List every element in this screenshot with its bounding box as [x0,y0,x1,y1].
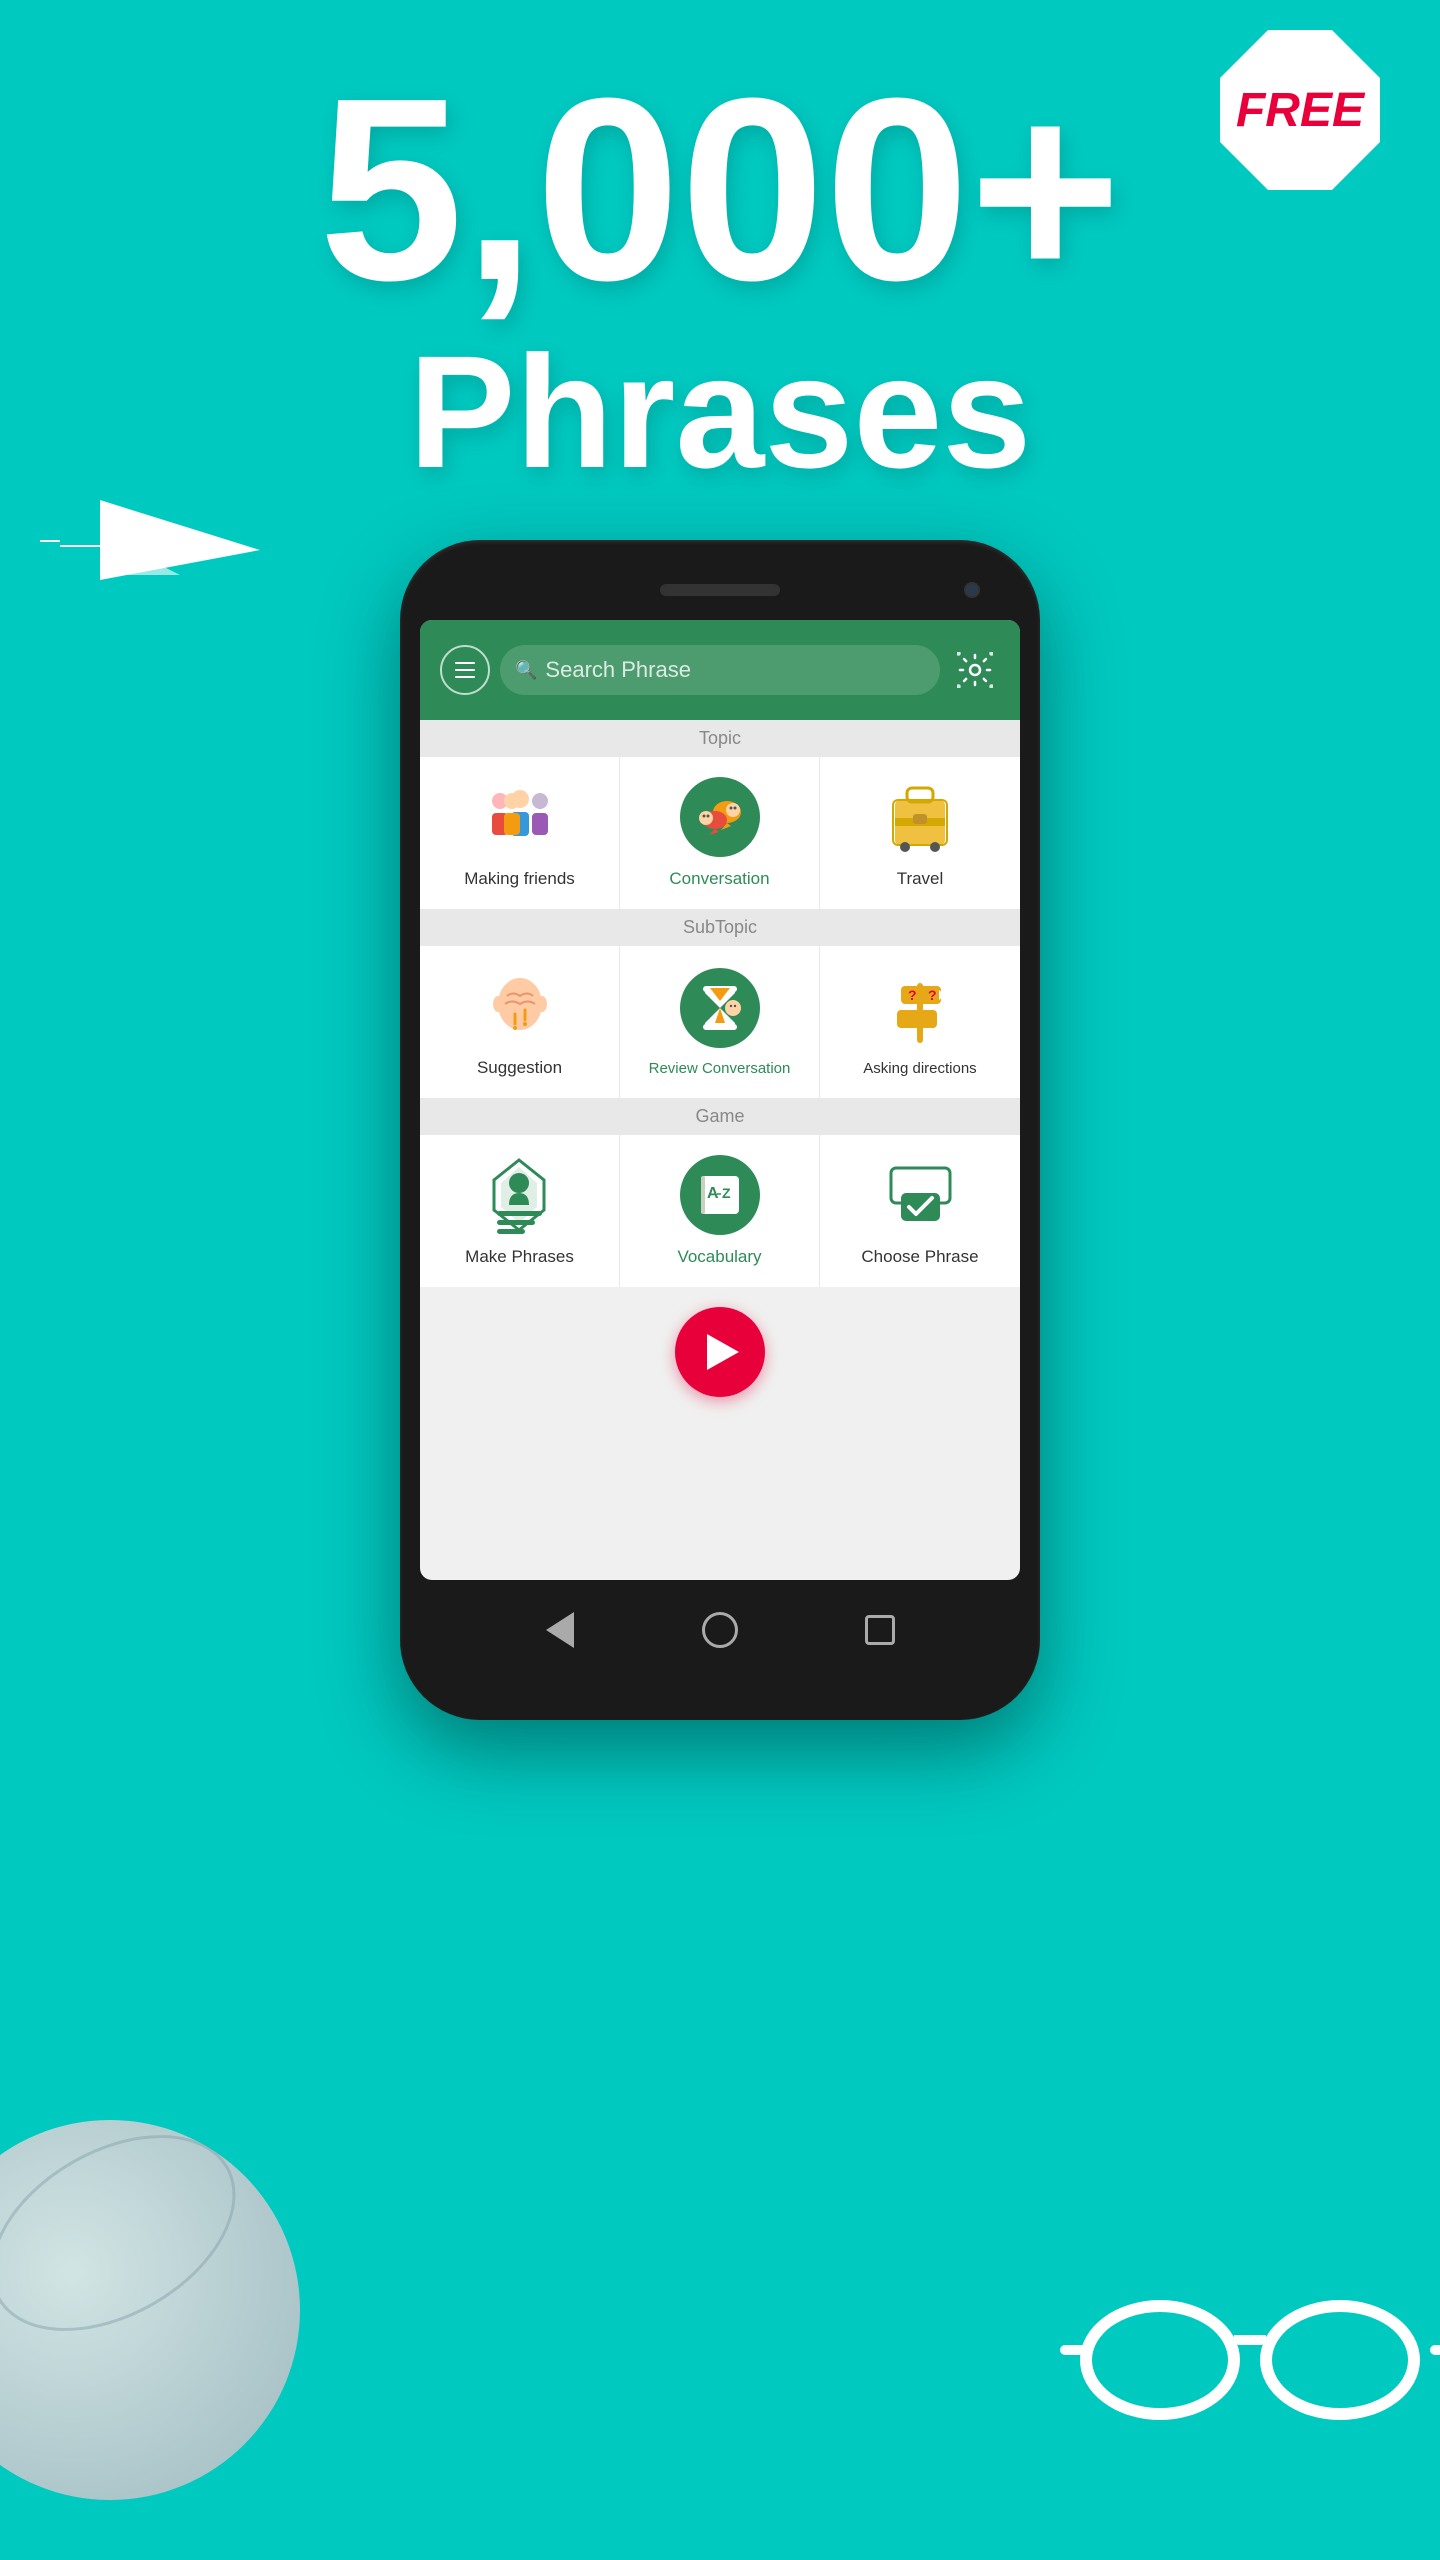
game-item-choose-phrase[interactable]: Choose Phrase [820,1135,1020,1287]
subtopic-item-suggestion[interactable]: Suggestion [420,946,620,1098]
nav-back-button[interactable] [540,1610,580,1650]
topic-item-conversation[interactable]: Conversation [620,757,820,909]
game-item-vocabulary[interactable]: A Z Vocabulary [620,1135,820,1287]
phone-mockup: 🔍 Search Phrase [400,540,1040,1720]
menu-button[interactable] [440,645,490,695]
headline-phrases: Phrases [0,320,1440,504]
hamburger-icon [455,662,475,678]
free-badge: FREE [1220,30,1380,190]
recents-icon [865,1615,895,1645]
home-icon [702,1612,738,1648]
game-label-choose-phrase: Choose Phrase [861,1247,978,1267]
phone-top-bar [420,560,1020,620]
phone-camera [964,582,980,598]
phone-nav-bar [420,1580,1020,1680]
topic-item-travel[interactable]: Travel [820,757,1020,909]
play-button[interactable] [675,1307,765,1397]
subtopic-item-review-conversation[interactable]: Review Conversation [620,946,820,1098]
subtopic-label-review-conversation: Review Conversation [649,1060,791,1077]
game-section-label: Game [420,1098,1020,1135]
vocabulary-icon: A Z [680,1155,760,1235]
subtopic-section-label: SubTopic [420,909,1020,946]
making-friends-icon [480,777,560,857]
make-phrases-icon [480,1155,560,1235]
svg-text:?: ? [908,987,917,1003]
svg-text:?: ? [928,987,937,1003]
settings-button[interactable] [950,645,1000,695]
game-grid: Make Phrases A Z [420,1135,1020,1287]
topic-grid: Making friends [420,757,1020,909]
svg-text:Z: Z [722,1185,731,1201]
nav-home-button[interactable] [700,1610,740,1650]
subtopic-grid: Suggestion [420,946,1020,1098]
search-bar[interactable]: 🔍 Search Phrase [500,645,940,695]
review-conversation-icon [680,968,760,1048]
suggestion-icon [480,966,560,1046]
phone-speaker [660,584,780,596]
nav-recents-button[interactable] [860,1610,900,1650]
play-icon [707,1334,739,1370]
conversation-icon [680,777,760,857]
glasses-decoration [1060,2280,1440,2480]
travel-icon [880,777,960,857]
settings-icon [957,652,993,688]
game-item-make-phrases[interactable]: Make Phrases [420,1135,620,1287]
asking-directions-icon: ? ? [880,968,960,1048]
game-label-make-phrases: Make Phrases [465,1247,574,1267]
game-label-vocabulary: Vocabulary [677,1247,761,1267]
topic-label-travel: Travel [897,869,944,889]
subtopic-label-asking-directions: Asking directions [863,1060,976,1077]
search-icon: 🔍 [515,660,537,681]
topic-section-label: Topic [420,720,1020,757]
free-badge-text: FREE [1236,83,1364,138]
back-icon [546,1612,574,1648]
topic-label-conversation: Conversation [669,869,769,889]
globe-decoration [0,2120,300,2500]
app-screen: 🔍 Search Phrase [420,620,1020,1580]
topic-label-making-friends: Making friends [464,869,575,889]
play-row [420,1287,1020,1417]
subtopic-label-suggestion: Suggestion [477,1058,562,1078]
paper-plane-decoration [80,480,280,580]
subtopic-item-asking-directions[interactable]: ? ? Asking directions [820,946,1020,1098]
topic-item-making-friends[interactable]: Making friends [420,757,620,909]
search-placeholder: Search Phrase [545,657,691,683]
choose-phrase-icon [880,1155,960,1235]
app-header: 🔍 Search Phrase [420,620,1020,720]
